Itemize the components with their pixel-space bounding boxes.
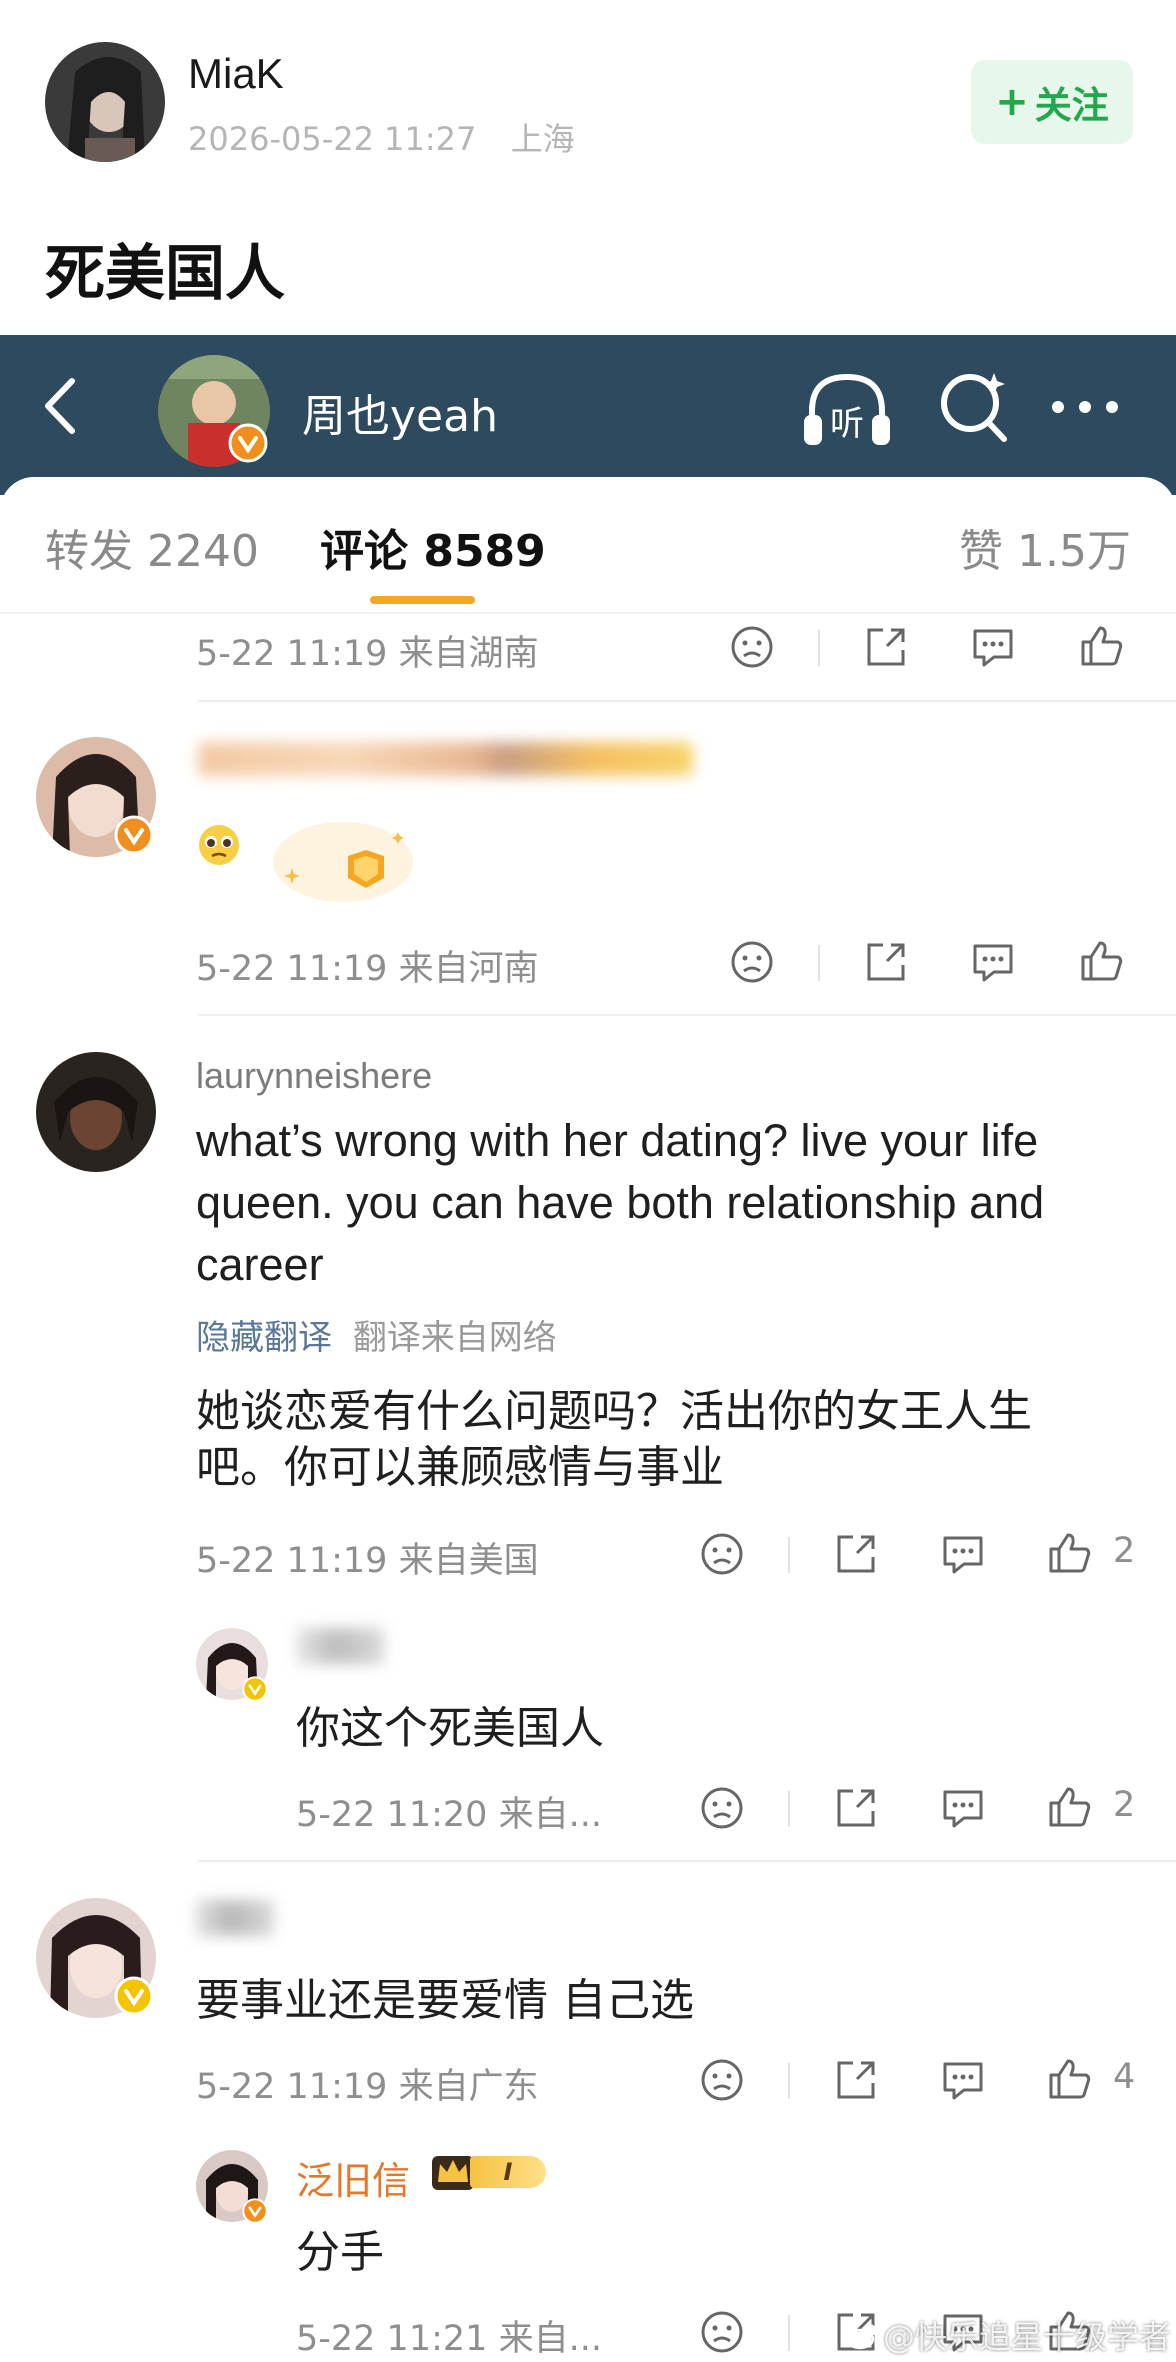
watermark: @快乐追星十级学者 bbox=[845, 2310, 1171, 2360]
comment-icon[interactable] bbox=[940, 1785, 986, 1831]
comment-text-line: what’s wrong with her dating? live your … bbox=[196, 1115, 1039, 1166]
comment-text: 要事业还是要爱情 自己选 bbox=[196, 1975, 694, 2026]
like-count: 4 bbox=[1113, 2057, 1136, 2097]
translation-text: 她谈恋爱有什么问题吗？活出你的女王人生 吧。你可以兼顾感情与事业 bbox=[196, 1384, 1032, 1496]
embedded-header: 周也yeah 听 bbox=[0, 335, 1176, 495]
action-separator bbox=[788, 1537, 790, 1573]
action-row: 2 bbox=[0, 1527, 1176, 1583]
tab-likes[interactable]: 赞 1.5万 bbox=[959, 515, 1131, 579]
tabs-divider bbox=[0, 612, 1176, 614]
author-name[interactable]: MiaK bbox=[188, 50, 284, 98]
thumbs-up-icon[interactable] bbox=[1046, 1529, 1094, 1577]
listen-label: 听 bbox=[830, 404, 864, 444]
thumbs-up-icon[interactable] bbox=[1046, 1783, 1094, 1831]
dislike-face-icon[interactable] bbox=[699, 1785, 745, 1831]
member-badge: I bbox=[430, 2152, 550, 2192]
share-icon[interactable] bbox=[833, 1531, 879, 1577]
search-icon[interactable] bbox=[934, 365, 1014, 449]
action-row: 2 bbox=[0, 1781, 1176, 1837]
share-icon[interactable] bbox=[863, 939, 909, 985]
watermark-text: @快乐追星十级学者 bbox=[883, 2318, 1172, 2356]
username-redacted bbox=[296, 1628, 384, 1664]
gold-medal-sticker bbox=[273, 822, 413, 902]
author-avatar[interactable] bbox=[45, 42, 165, 162]
comment-text-line: queen. you can have both relationship an… bbox=[196, 1177, 1045, 1228]
action-separator bbox=[788, 2063, 790, 2099]
commenter-avatar[interactable] bbox=[36, 1052, 156, 1172]
post-header: MiaK 2026-05-22 11:27 上海 + 关注 死美国人 bbox=[0, 0, 1176, 335]
comment-divider bbox=[198, 1014, 1176, 1016]
verified-badge-icon bbox=[114, 1976, 154, 2016]
dislike-face-icon[interactable] bbox=[729, 624, 775, 670]
follow-button[interactable]: + 关注 bbox=[971, 60, 1133, 144]
more-dots-icon[interactable] bbox=[1048, 395, 1122, 419]
comment-divider bbox=[198, 1860, 1176, 1862]
action-row bbox=[0, 620, 1176, 676]
pleading-face-emoji bbox=[199, 825, 239, 865]
tab-comments-count: 8589 bbox=[423, 526, 546, 577]
member-level-tag: I bbox=[470, 2156, 546, 2188]
share-icon[interactable] bbox=[833, 2057, 879, 2103]
action-separator bbox=[818, 630, 820, 666]
comment-text-line: career bbox=[196, 1239, 324, 1290]
tab-indicator bbox=[370, 596, 475, 604]
comment-username[interactable]: laurynneishere bbox=[196, 1055, 432, 1097]
tab-comments[interactable]: 评论 8589 bbox=[320, 515, 546, 579]
translation-source: 翻译来自网络 bbox=[352, 1318, 557, 1358]
username-redacted bbox=[196, 1900, 274, 1936]
dislike-face-icon[interactable] bbox=[699, 2309, 745, 2355]
verified-badge-icon bbox=[242, 1676, 268, 1702]
tab-likes-label: 赞 bbox=[959, 526, 1004, 577]
post-location: 上海 bbox=[510, 120, 575, 158]
thumbs-up-icon[interactable] bbox=[1046, 2055, 1094, 2103]
plus-icon: + bbox=[995, 79, 1029, 125]
weibo-logo-icon bbox=[845, 2323, 877, 2350]
follow-label: 关注 bbox=[1034, 84, 1109, 127]
share-icon[interactable] bbox=[863, 624, 909, 670]
action-separator bbox=[818, 945, 820, 981]
chevron-left-icon[interactable] bbox=[36, 375, 86, 437]
reply-username[interactable]: 泛旧信 bbox=[296, 2150, 410, 2205]
thumbs-up-icon[interactable] bbox=[1078, 622, 1126, 670]
comment-icon[interactable] bbox=[970, 939, 1016, 985]
tab-reposts[interactable]: 转发 2240 bbox=[45, 515, 259, 579]
account-name[interactable]: 周也yeah bbox=[302, 380, 498, 444]
headphones-icon[interactable]: 听 bbox=[800, 365, 894, 451]
like-count: 2 bbox=[1113, 1531, 1136, 1571]
comment-icon[interactable] bbox=[970, 624, 1016, 670]
verified-badge-icon bbox=[114, 815, 154, 855]
like-count: 2 bbox=[1113, 1785, 1136, 1825]
post-timestamp: 2026-05-22 11:27 bbox=[188, 120, 477, 158]
action-row: 4 bbox=[0, 2053, 1176, 2109]
translation-line: 她谈恋爱有什么问题吗？活出你的女王人生 bbox=[196, 1386, 1032, 1437]
post-meta: 2026-05-22 11:27 上海 bbox=[188, 114, 575, 160]
share-icon[interactable] bbox=[833, 1785, 879, 1831]
tab-comments-label: 评论 bbox=[320, 526, 408, 577]
comment-text: what’s wrong with her dating? live your … bbox=[196, 1110, 1044, 1296]
reply-text: 分手 bbox=[296, 2227, 384, 2278]
comment-icon[interactable] bbox=[940, 2057, 986, 2103]
action-separator bbox=[788, 2315, 790, 2351]
tab-likes-count: 1.5万 bbox=[1017, 526, 1131, 577]
verified-badge-icon bbox=[242, 2198, 268, 2224]
tab-reposts-label: 转发 bbox=[45, 526, 133, 577]
dislike-face-icon[interactable] bbox=[729, 939, 775, 985]
hide-translation-link[interactable]: 隐藏翻译 bbox=[196, 1318, 332, 1358]
member-level: I bbox=[503, 2158, 513, 2186]
comment-divider bbox=[198, 700, 1176, 702]
dislike-face-icon[interactable] bbox=[699, 2057, 745, 2103]
username-redacted bbox=[198, 742, 693, 776]
dislike-face-icon[interactable] bbox=[699, 1531, 745, 1577]
tab-reposts-count: 2240 bbox=[147, 526, 259, 577]
comment-icon[interactable] bbox=[940, 1531, 986, 1577]
thumbs-up-icon[interactable] bbox=[1078, 937, 1126, 985]
reply-text: 你这个死美国人 bbox=[296, 1703, 604, 1754]
post-text: 死美国人 bbox=[45, 239, 285, 309]
action-separator bbox=[788, 1791, 790, 1827]
translate-row: 隐藏翻译 翻译来自网络 bbox=[196, 1310, 557, 1359]
translation-line: 吧。你可以兼顾感情与事业 bbox=[196, 1442, 724, 1493]
action-row bbox=[0, 935, 1176, 991]
verified-badge-icon bbox=[228, 423, 268, 463]
